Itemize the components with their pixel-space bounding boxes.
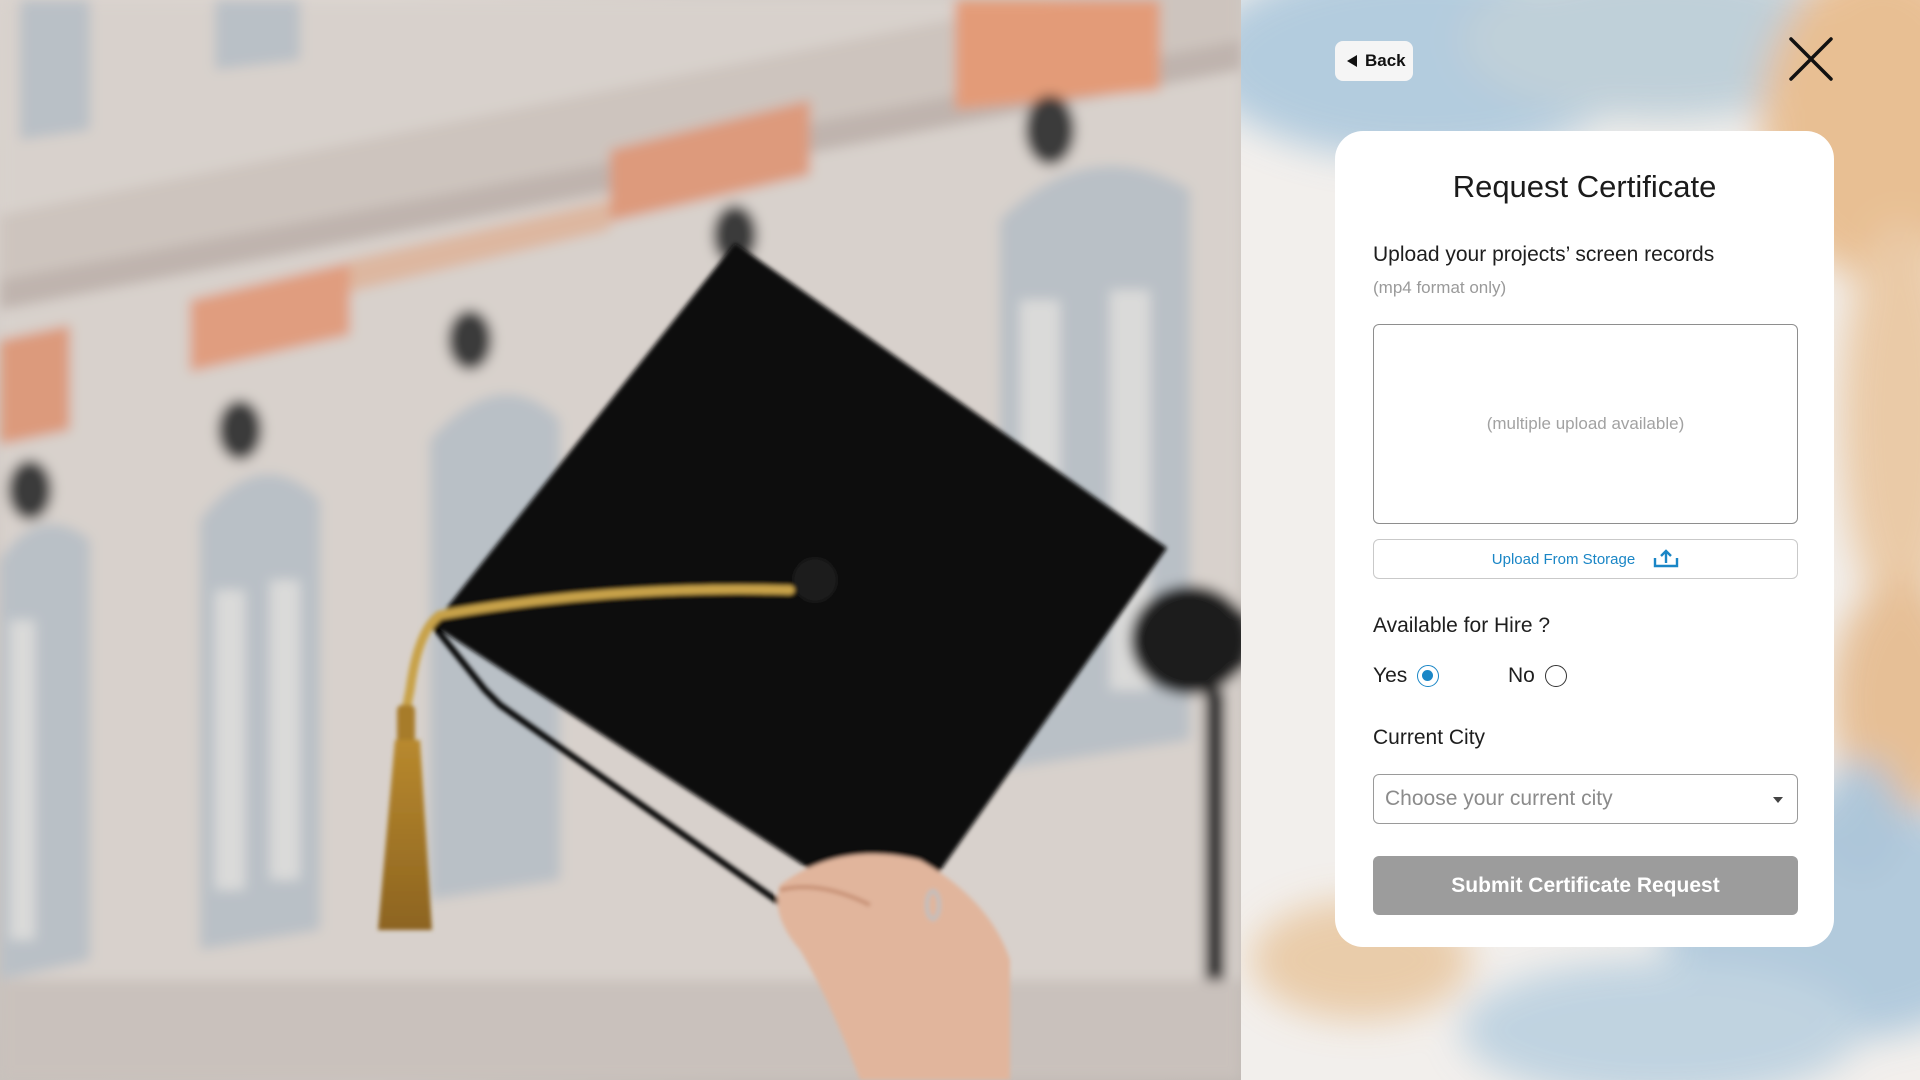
radio-yes[interactable] [1417, 665, 1440, 687]
radio-no[interactable] [1544, 665, 1567, 687]
graduation-photo-illustration [0, 0, 1241, 1080]
close-icon [1789, 37, 1833, 81]
chevron-down-icon [1773, 797, 1783, 803]
city-select[interactable]: Choose your current city [1373, 774, 1798, 824]
hire-option-yes[interactable]: Yes [1373, 664, 1440, 688]
request-panel: Back Request Certificate Upload your pro… [1241, 0, 1920, 1080]
background-photo [0, 0, 1241, 1080]
upload-dropzone[interactable]: (multiple upload available) [1373, 324, 1798, 524]
card-title: Request Certificate [1452, 169, 1717, 204]
hire-option-no-label: No [1508, 664, 1535, 687]
upload-from-storage-button[interactable]: Upload From Storage [1373, 539, 1798, 579]
hire-option-no[interactable]: No [1508, 664, 1567, 688]
submit-label: Submit Certificate Request [1451, 873, 1720, 897]
hire-option-yes-label: Yes [1373, 664, 1408, 687]
upload-format-note: (mp4 format only) [1373, 278, 1507, 297]
back-label: Back [1365, 51, 1406, 70]
upload-icon [1654, 549, 1679, 568]
close-button[interactable] [1788, 36, 1834, 82]
request-certificate-card: Request Certificate Upload your projects… [1335, 131, 1834, 947]
dropzone-hint: (multiple upload available) [1486, 414, 1685, 433]
city-label: Current City [1373, 726, 1486, 749]
back-button[interactable]: Back [1335, 41, 1413, 81]
hire-label: Available for Hire ? [1373, 614, 1551, 637]
upload-button-label: Upload From Storage [1491, 550, 1636, 568]
city-select-placeholder: Choose your current city [1385, 787, 1613, 810]
submit-certificate-request-button[interactable]: Submit Certificate Request [1373, 856, 1798, 915]
back-arrow-icon [1347, 55, 1357, 67]
upload-label: Upload your projects’ screen records [1373, 243, 1715, 266]
